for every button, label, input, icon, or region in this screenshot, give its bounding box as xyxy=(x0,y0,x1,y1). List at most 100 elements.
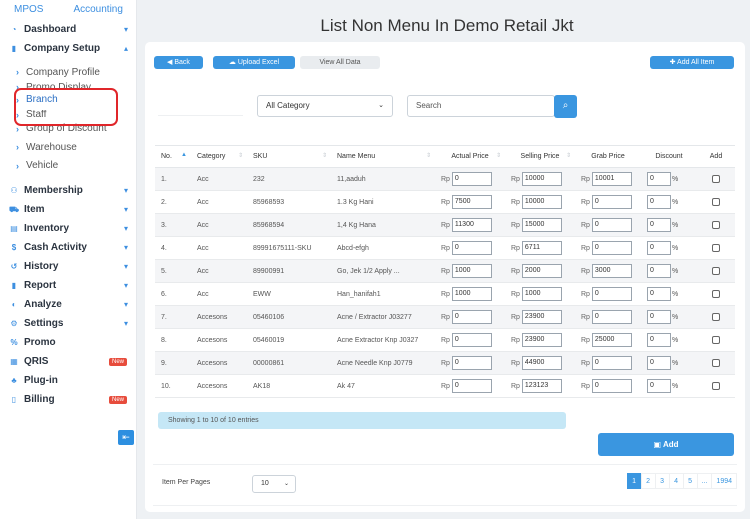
accounting-link[interactable]: Accounting xyxy=(73,4,122,20)
add-checkbox[interactable] xyxy=(712,221,720,229)
search-input[interactable]: Search xyxy=(407,95,555,117)
cell-actual-price: Rp 0 xyxy=(435,351,505,375)
sidebar-subitem-label: Vehicle xyxy=(26,160,59,172)
sidebar-item-analyze[interactable]: ◐ Analyze ▾ xyxy=(0,295,136,314)
discount-input[interactable]: 0 xyxy=(647,241,671,255)
actual-price-input[interactable]: 11300 xyxy=(451,218,492,232)
discount-input[interactable]: 0 xyxy=(647,287,671,301)
add-checkbox[interactable] xyxy=(712,336,720,344)
discount-input[interactable]: 0 xyxy=(647,172,671,186)
col-selling-price[interactable]: Selling Price ⇕ xyxy=(505,145,575,168)
add-checkbox[interactable] xyxy=(712,382,720,390)
selling-price-input[interactable]: 123123 xyxy=(521,379,562,393)
selling-price-input[interactable]: 44900 xyxy=(521,356,562,370)
sidebar-item-report[interactable]: ▮ Report ▾ xyxy=(0,276,136,295)
discount-input[interactable]: 0 xyxy=(647,333,671,347)
category-select[interactable]: All Category ⌄ xyxy=(257,95,393,117)
grab-price-input[interactable]: 0 xyxy=(591,287,632,301)
add-checkbox[interactable] xyxy=(712,313,720,321)
sidebar-subitem-company-profile[interactable]: › Company Profile xyxy=(0,63,136,82)
discount-input[interactable]: 0 xyxy=(647,264,671,278)
discount-input[interactable]: 0 xyxy=(647,218,671,232)
upload-excel-button[interactable]: ☁ Upload Excel xyxy=(213,56,295,69)
actual-price-input[interactable]: 1000 xyxy=(451,287,492,301)
page-link[interactable]: ... xyxy=(696,473,713,489)
grab-price-input[interactable]: 10001 xyxy=(591,172,632,186)
sidebar-item-billing[interactable]: ▯ Billing New xyxy=(0,390,136,409)
add-button[interactable]: ▣ Add xyxy=(598,433,734,456)
page-link[interactable]: 1 xyxy=(626,473,642,489)
mpos-link[interactable]: MPOS xyxy=(14,4,43,20)
sidebar-item-promo[interactable]: % Promo xyxy=(0,333,136,352)
add-checkbox[interactable] xyxy=(712,359,720,367)
sidebar-item-company-setup[interactable]: ▮ Company Setup ▴ xyxy=(0,39,136,58)
selling-price-input[interactable]: 2000 xyxy=(521,264,562,278)
add-checkbox[interactable] xyxy=(712,244,720,252)
add-checkbox[interactable] xyxy=(712,198,720,206)
actual-price-input[interactable]: 7500 xyxy=(451,195,492,209)
sidebar-item-inventory[interactable]: ▤ Inventory ▾ xyxy=(0,219,136,238)
back-button[interactable]: ◀ Back xyxy=(154,56,203,69)
actual-price-input[interactable]: 0 xyxy=(451,379,492,393)
search-button[interactable]: ⌕ xyxy=(554,95,577,118)
col-category[interactable]: Category ⇕ xyxy=(191,145,247,168)
col-name-menu[interactable]: Name Menu ⇕ xyxy=(331,145,435,168)
sidebar-item-settings[interactable]: ⚙ Settings ▾ xyxy=(0,314,136,333)
discount-input[interactable]: 0 xyxy=(647,356,671,370)
add-checkbox[interactable] xyxy=(712,267,720,275)
sidebar-item-membership[interactable]: ⚇ Membership ▾ xyxy=(0,181,136,200)
cart-icon: ⛟ xyxy=(8,204,20,214)
sidebar-subitem-vehicle[interactable]: › Vehicle xyxy=(0,157,136,176)
cell-sku: 232 xyxy=(247,167,331,191)
add-all-item-button[interactable]: ✚ Add All Item xyxy=(650,56,734,69)
sidebar-item-cash-activity[interactable]: $ Cash Activity ▾ xyxy=(0,238,136,257)
selling-price-input[interactable]: 10000 xyxy=(521,195,562,209)
actual-price-input[interactable]: 0 xyxy=(451,356,492,370)
grab-price-input[interactable]: 25000 xyxy=(591,333,632,347)
selling-price-input[interactable]: 15000 xyxy=(521,218,562,232)
actual-price-input[interactable]: 0 xyxy=(451,172,492,186)
page-link[interactable]: 4 xyxy=(668,473,684,489)
actual-price-input[interactable]: 1000 xyxy=(451,264,492,278)
grab-price-input[interactable]: 0 xyxy=(591,310,632,324)
gear-icon: ⚙ xyxy=(10,319,18,328)
sidebar-item-plug-in[interactable]: ♣ Plug-in xyxy=(0,371,136,390)
grab-price-input[interactable]: 0 xyxy=(591,241,632,255)
grab-price-input[interactable]: 0 xyxy=(591,356,632,370)
sidebar-item-dashboard[interactable]: ◔ Dashboard ▾ xyxy=(0,20,136,39)
selling-price-input[interactable]: 23900 xyxy=(521,310,562,324)
page-link[interactable]: 2 xyxy=(640,473,656,489)
actual-price-input[interactable]: 0 xyxy=(451,310,492,324)
grab-price-input[interactable]: 3000 xyxy=(591,264,632,278)
grab-price-input[interactable]: 0 xyxy=(591,379,632,393)
page-link[interactable]: 5 xyxy=(682,473,698,489)
col-no[interactable]: No. ▲ xyxy=(155,145,191,168)
chevron-down-icon: ▾ xyxy=(123,281,128,290)
actual-price-input[interactable]: 0 xyxy=(451,241,492,255)
discount-input[interactable]: 0 xyxy=(647,195,671,209)
sort-icon: ⇕ xyxy=(237,153,243,159)
selling-price-input[interactable]: 10000 xyxy=(521,172,562,186)
selling-price-input[interactable]: 6711 xyxy=(521,241,562,255)
sidebar-subitem-warehouse[interactable]: › Warehouse xyxy=(0,138,136,157)
actual-price-input[interactable]: 0 xyxy=(451,333,492,347)
page-link[interactable]: 1994 xyxy=(711,473,737,489)
selling-price-input[interactable]: 23900 xyxy=(521,333,562,347)
collapse-sidebar-icon[interactable]: ⇤ xyxy=(118,430,134,445)
discount-input[interactable]: 0 xyxy=(647,310,671,324)
view-all-data-button[interactable]: View All Data xyxy=(300,56,380,69)
branch-filter[interactable] xyxy=(158,94,243,116)
add-checkbox[interactable] xyxy=(712,175,720,183)
sidebar-item-history[interactable]: ↺ History ▾ xyxy=(0,257,136,276)
grab-price-input[interactable]: 0 xyxy=(591,195,632,209)
col-actual-price[interactable]: Actual Price ⇕ xyxy=(435,145,505,168)
discount-input[interactable]: 0 xyxy=(647,379,671,393)
per-page-select[interactable]: 10 ⌄ xyxy=(252,475,296,493)
sidebar-item-item[interactable]: ⛟ Item ▾ xyxy=(0,200,136,219)
page-link[interactable]: 3 xyxy=(654,473,670,489)
add-checkbox[interactable] xyxy=(712,290,720,298)
grab-price-input[interactable]: 0 xyxy=(591,218,632,232)
selling-price-input[interactable]: 1000 xyxy=(521,287,562,301)
col-sku[interactable]: SKU ⇕ xyxy=(247,145,331,168)
sidebar-item-qris[interactable]: ▦ QRIS New xyxy=(0,352,136,371)
